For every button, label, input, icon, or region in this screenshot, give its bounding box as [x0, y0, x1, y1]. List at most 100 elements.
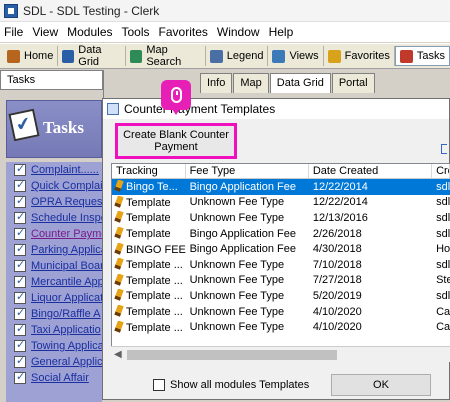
task-item[interactable]: Complaint...... — [6, 162, 102, 178]
task-item[interactable]: Bingo/Raffle A — [6, 306, 102, 322]
task-item[interactable]: Schedule Inspe — [6, 210, 102, 226]
task-link[interactable]: Quick Complain — [31, 180, 102, 192]
table-row[interactable]: BINGO FEE Bingo Application Fee 4/30/2018 H… — [112, 241, 450, 257]
task-item[interactable]: General Applic — [6, 354, 102, 370]
table-cell-tracking: Template ... — [112, 273, 186, 287]
task-item[interactable]: Municipal Boar — [6, 258, 102, 274]
table-cell-date: 2/26/2018 — [312, 227, 362, 240]
tab-map[interactable]: Map — [233, 73, 269, 93]
column-header[interactable]: Tracking — [112, 164, 186, 178]
table-row[interactable]: Template ... Unknown Fee Type 7/10/2018 sdl — [112, 257, 450, 273]
table-row[interactable]: Bingo Te... Bingo Application Fee 12/22/20… — [112, 179, 450, 195]
task-link[interactable]: General Applic — [31, 356, 102, 368]
menu-modules[interactable]: Modules — [67, 25, 112, 39]
menu-tools[interactable]: Tools — [122, 25, 150, 39]
table-cell-fee-type: Unknown Fee Type — [189, 196, 285, 209]
tab-data-grid[interactable]: Data Grid — [269, 73, 331, 93]
tracking-text: Template ... — [126, 274, 183, 287]
task-link[interactable]: Social Affair — [31, 372, 89, 384]
task-link[interactable]: Bingo/Raffle A — [31, 308, 101, 320]
task-item[interactable]: OPRA Request — [6, 194, 102, 210]
table-row[interactable]: Template ... Unknown Fee Type 5/20/2019 sdl — [112, 288, 450, 304]
tracking-text: Template — [126, 228, 171, 241]
toolbar-label: Favorites — [344, 50, 390, 62]
task-item[interactable]: Counter Payme — [6, 226, 102, 242]
menu-favorites[interactable]: Favorites — [159, 25, 208, 39]
table-cell-creator: sdl — [436, 258, 450, 271]
toolbar-views-button[interactable]: Views — [268, 46, 324, 66]
tasks-pane-header: Tasks — [0, 70, 103, 90]
task-link[interactable]: Towing Applica — [31, 340, 102, 352]
task-item[interactable]: Social Affair — [6, 370, 102, 386]
table-row[interactable]: Template ... Unknown Fee Type 7/27/2018 Ste — [112, 273, 450, 289]
table-cell-fee-type: Unknown Fee Type — [189, 211, 285, 224]
task-link[interactable]: Schedule Inspe — [31, 212, 102, 224]
task-item[interactable]: Parking Applica — [6, 242, 102, 258]
table-row[interactable]: Template ... Unknown Fee Type 4/10/2020 Ca — [112, 304, 450, 320]
table-cell-date: 12/13/2016 — [312, 211, 368, 224]
task-link[interactable]: Liquor Applicat — [31, 292, 102, 304]
toolbar-label: Map Search — [146, 44, 182, 68]
table-row[interactable]: Template Bingo Application Fee 2/26/2018 sd… — [112, 226, 450, 242]
grid-header: TrackingFee TypeDate CreatedCre — [112, 164, 450, 179]
menu-help[interactable]: Help — [269, 25, 294, 39]
task-checklist-icon — [14, 290, 26, 304]
menu-window[interactable]: Window — [217, 25, 260, 39]
tracking-text: Template ... — [126, 321, 183, 334]
table-cell-date: 12/22/2014 — [312, 180, 368, 193]
task-item[interactable]: Quick Complain — [6, 178, 102, 194]
menu-view[interactable]: View — [32, 25, 58, 39]
horizontal-scrollbar[interactable]: ◀ — [111, 346, 450, 362]
task-link[interactable]: Taxi Applicatio — [31, 324, 101, 336]
table-cell-creator: Ste — [436, 274, 450, 287]
pencil-icon — [114, 289, 124, 302]
tracking-text: Template — [126, 212, 171, 225]
table-row[interactable]: Template Unknown Fee Type 12/22/2014 sdl — [112, 195, 450, 211]
tasks-icon — [399, 49, 413, 63]
table-cell-creator: Ca — [436, 321, 450, 334]
table-cell-tracking: BINGO FEE — [112, 242, 186, 256]
task-item[interactable]: Liquor Applicat — [6, 290, 102, 306]
tab-info[interactable]: Info — [200, 73, 233, 93]
task-link[interactable]: Mercantile App — [31, 276, 102, 288]
toolbar-label: Home — [24, 50, 54, 62]
task-item[interactable]: Mercantile App — [6, 274, 102, 290]
grid-icon — [62, 49, 75, 63]
show-all-label: Show all modules Templates — [170, 379, 310, 391]
table-cell-tracking: Template — [112, 195, 186, 209]
scroll-left-icon[interactable]: ◀ — [114, 349, 122, 360]
toolbar-map-search-button[interactable]: Map Search — [126, 44, 206, 68]
pencil-icon — [114, 195, 124, 208]
toolbar-label: Legend — [226, 50, 264, 62]
menu-bar: File View Modules Tools Favorites Window Help — [0, 22, 450, 42]
task-item[interactable]: Towing Applica — [6, 338, 102, 354]
toolbar-home-button[interactable]: Home — [3, 46, 59, 66]
table-cell-fee-type: Bingo Application Fee — [189, 243, 296, 256]
star-icon — [327, 49, 341, 63]
checkbox-box[interactable] — [153, 379, 165, 391]
tab-portal[interactable]: Portal — [331, 73, 375, 93]
column-header[interactable]: Fee Type — [186, 164, 309, 178]
table-cell-date: 4/10/2020 — [312, 321, 362, 334]
menu-file[interactable]: File — [4, 25, 23, 39]
table-cell-creator: Ca — [436, 305, 450, 318]
show-all-modules-checkbox[interactable]: Show all modules Templates — [153, 379, 309, 391]
task-item[interactable]: Taxi Applicatio — [6, 322, 102, 338]
scrollbar-thumb[interactable] — [127, 350, 337, 360]
column-header[interactable]: Date Created — [309, 164, 433, 178]
task-link[interactable]: Counter Payme — [31, 228, 102, 240]
task-link[interactable]: Parking Applica — [31, 244, 102, 256]
toolbar-tasks-button[interactable]: Tasks — [394, 46, 450, 66]
task-link[interactable]: OPRA Request — [31, 196, 102, 208]
column-header[interactable]: Cre — [432, 164, 450, 178]
toolbar-data-grid-button[interactable]: Data Grid — [58, 44, 127, 68]
task-link[interactable]: Complaint...... — [31, 164, 99, 176]
create-blank-counter-payment-button[interactable]: Create Blank Counter Payment — [115, 123, 237, 159]
toolbar-favorites-button[interactable]: Favorites — [324, 46, 395, 66]
table-cell-date: 4/30/2018 — [312, 243, 362, 256]
ok-button[interactable]: OK — [331, 374, 431, 396]
task-link[interactable]: Municipal Boar — [31, 260, 102, 272]
table-row[interactable]: Template ... Unknown Fee Type 4/10/2020 Ca — [112, 319, 450, 335]
table-row[interactable]: Template Unknown Fee Type 12/13/2016 sdl — [112, 210, 450, 226]
toolbar-legend-button[interactable]: Legend — [206, 46, 269, 66]
